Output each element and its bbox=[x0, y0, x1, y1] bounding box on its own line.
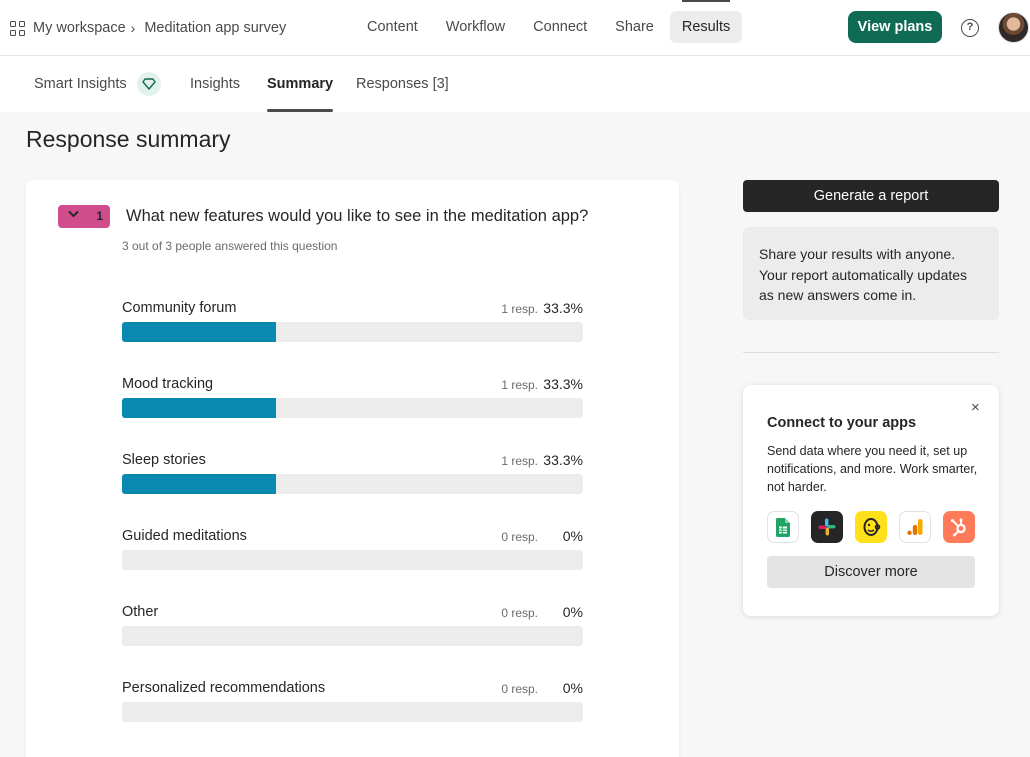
option-percent: 0% bbox=[562, 528, 583, 544]
nav-content[interactable]: Content bbox=[355, 11, 430, 43]
apps-grid-icon[interactable] bbox=[10, 20, 25, 36]
option-label: Other bbox=[122, 604, 159, 620]
avatar[interactable] bbox=[998, 12, 1029, 43]
option-label: Guided meditations bbox=[122, 528, 247, 544]
question-number-badge[interactable]: 1 bbox=[58, 205, 110, 228]
option-bar-track bbox=[122, 398, 583, 418]
option-percent: 33.3% bbox=[543, 300, 583, 316]
option-resp-count: 0 resp. bbox=[501, 530, 538, 544]
main-nav: Content Workflow Connect Share Results bbox=[355, 0, 746, 43]
view-plans-button[interactable]: View plans bbox=[848, 11, 942, 43]
mailchimp-icon[interactable] bbox=[855, 511, 887, 543]
option-label: Sleep stories bbox=[122, 452, 206, 468]
option-row: Sleep stories 1 resp. 33.3% bbox=[122, 452, 583, 512]
option-percent: 33.3% bbox=[543, 452, 583, 468]
breadcrumb: My workspace › Meditation app survey bbox=[10, 0, 286, 56]
top-bar: My workspace › Meditation app survey Con… bbox=[0, 0, 1030, 56]
option-row: Personalized recommendations 0 resp. 0% bbox=[122, 680, 583, 740]
option-resp-count: 0 resp. bbox=[501, 606, 538, 620]
nav-share[interactable]: Share bbox=[603, 11, 666, 43]
option-bar-fill bbox=[122, 474, 276, 494]
option-resp-count: 0 resp. bbox=[501, 682, 538, 696]
slack-icon[interactable] bbox=[811, 511, 843, 543]
connect-description: Send data where you need it, set up noti… bbox=[767, 444, 978, 494]
app-integrations bbox=[767, 511, 987, 543]
nav-connect[interactable]: Connect bbox=[521, 11, 599, 43]
option-percent: 0% bbox=[562, 604, 583, 620]
option-bar-fill bbox=[122, 398, 276, 418]
option-row: Guided meditations 0 resp. 0% bbox=[122, 528, 583, 588]
breadcrumb-chevron-icon: › bbox=[130, 20, 136, 36]
option-row: Mood tracking 1 resp. 33.3% bbox=[122, 376, 583, 436]
answered-count: 3 out of 3 people answered this question bbox=[122, 239, 338, 253]
diamond-icon[interactable] bbox=[137, 72, 161, 96]
option-label: Community forum bbox=[122, 300, 237, 316]
chevron-down-icon bbox=[68, 209, 79, 221]
question-title: What new features would you like to see … bbox=[126, 207, 589, 225]
option-row: Other 0 resp. 0% bbox=[122, 604, 583, 664]
connect-apps-card: Connect to your apps × Send data where y… bbox=[743, 385, 999, 616]
question-number: 1 bbox=[96, 209, 103, 223]
option-label: Mood tracking bbox=[122, 376, 214, 392]
option-row: Community forum 1 resp. 33.3% bbox=[122, 300, 583, 360]
option-resp-count: 1 resp. bbox=[501, 302, 538, 316]
close-icon[interactable]: × bbox=[971, 399, 980, 416]
option-bar-track bbox=[122, 626, 583, 646]
tab-responses[interactable]: Responses [3] bbox=[356, 56, 449, 112]
option-resp-count: 1 resp. bbox=[501, 454, 538, 468]
option-percent: 33.3% bbox=[543, 376, 583, 392]
option-bar-track bbox=[122, 322, 583, 342]
question-summary-card: 1 What new features would you like to se… bbox=[26, 180, 679, 757]
option-bar-fill bbox=[122, 322, 276, 342]
option-percent: 0% bbox=[562, 680, 583, 696]
generate-report-button[interactable]: Generate a report bbox=[743, 180, 999, 212]
option-bar-track bbox=[122, 474, 583, 494]
tab-smart-insights[interactable]: Smart Insights bbox=[34, 56, 127, 112]
option-resp-count: 1 resp. bbox=[501, 378, 538, 392]
breadcrumb-workspace[interactable]: My workspace bbox=[33, 20, 126, 36]
help-icon[interactable]: ? bbox=[961, 19, 979, 37]
divider bbox=[743, 352, 999, 353]
tab-summary[interactable]: Summary bbox=[267, 56, 334, 112]
discover-more-button[interactable]: Discover more bbox=[767, 556, 975, 588]
page-title: Response summary bbox=[26, 126, 231, 152]
breadcrumb-form-name[interactable]: Meditation app survey bbox=[144, 20, 286, 36]
google-analytics-icon[interactable] bbox=[899, 511, 931, 543]
nav-results[interactable]: Results bbox=[669, 0, 743, 43]
option-bar-track bbox=[122, 550, 583, 570]
option-label: Personalized recommendations bbox=[122, 680, 326, 696]
tab-insights[interactable]: Insights bbox=[190, 56, 240, 112]
connect-title: Connect to your apps bbox=[767, 415, 917, 431]
share-results-info: Share your results with anyone. Your rep… bbox=[743, 227, 999, 320]
option-bar-track bbox=[122, 702, 583, 722]
hubspot-icon[interactable] bbox=[943, 511, 975, 543]
nav-workflow[interactable]: Workflow bbox=[434, 11, 517, 43]
google-sheets-icon[interactable] bbox=[767, 511, 799, 543]
